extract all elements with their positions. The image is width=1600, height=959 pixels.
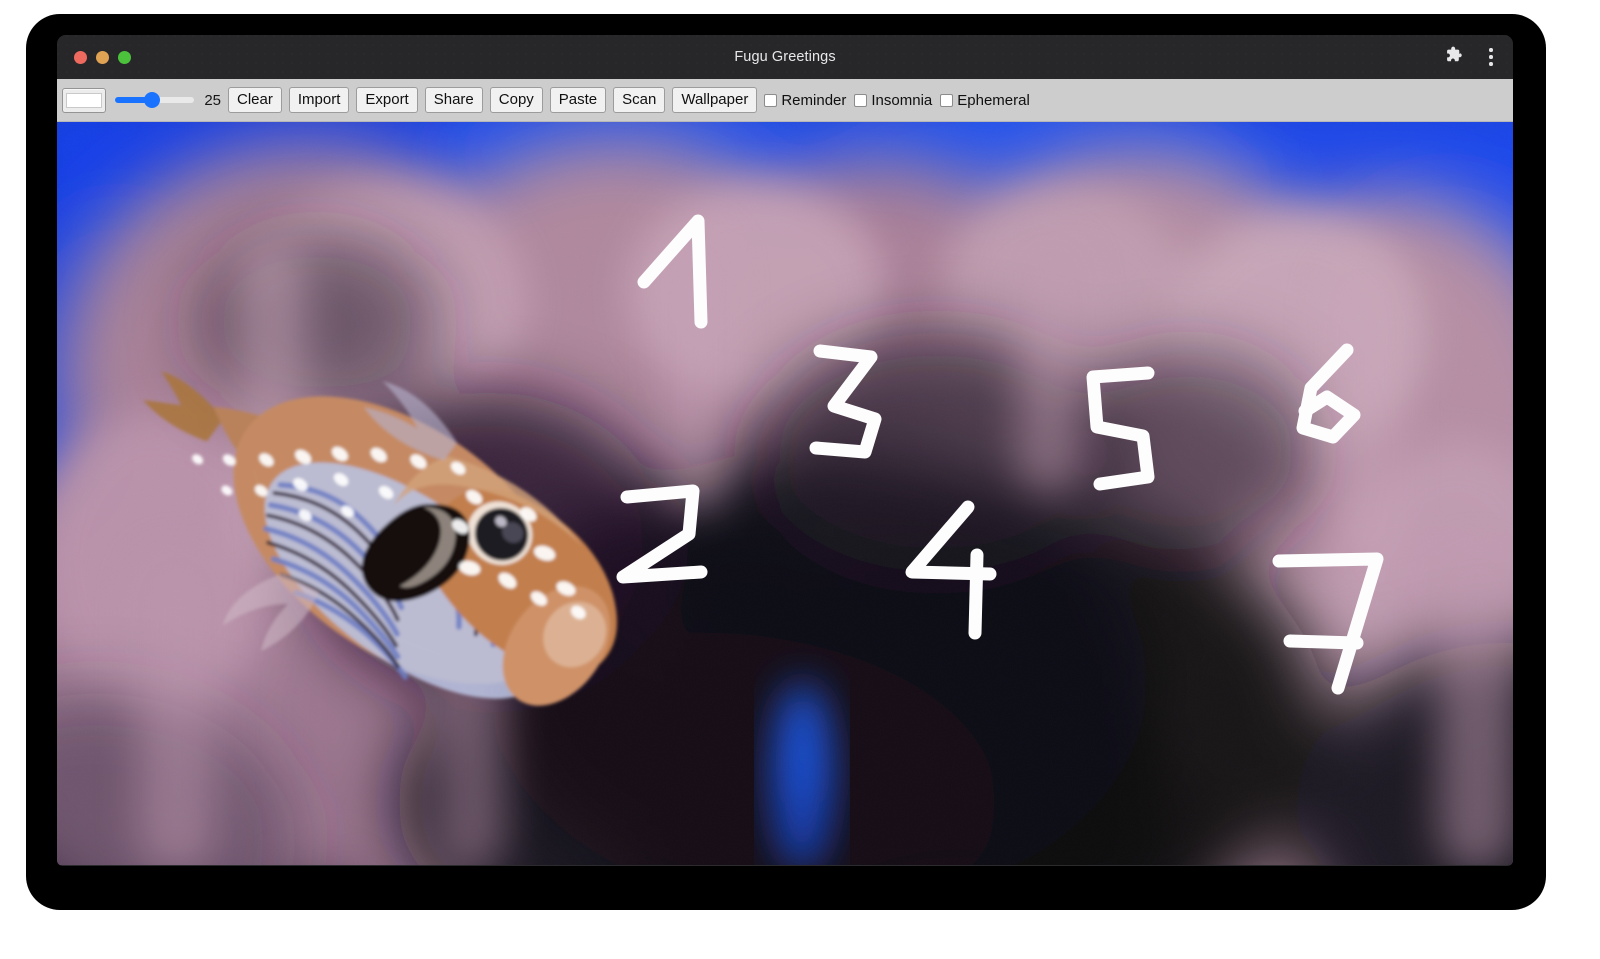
app-toolbar: 25 Clear Import Export Share Copy Paste … bbox=[57, 79, 1513, 122]
menu-icon[interactable] bbox=[1483, 44, 1499, 69]
clear-button[interactable]: Clear bbox=[228, 87, 282, 113]
window-title: Fugu Greetings bbox=[734, 49, 836, 65]
drawing-canvas[interactable] bbox=[57, 122, 1513, 865]
ephemeral-checkbox-label: Ephemeral bbox=[957, 91, 1030, 109]
maximize-window-button[interactable] bbox=[118, 50, 131, 64]
copy-button[interactable]: Copy bbox=[489, 87, 543, 113]
insomnia-checkbox[interactable]: Insomnia bbox=[854, 92, 932, 109]
line-width-slider[interactable] bbox=[115, 91, 194, 109]
browser-window: Fugu Greetings 25 Clear Import Export Sh… bbox=[57, 35, 1513, 866]
screen: Fugu Greetings 25 Clear Import Export Sh… bbox=[0, 0, 1600, 959]
scan-button[interactable]: Scan bbox=[613, 87, 666, 113]
traffic-lights bbox=[74, 50, 131, 64]
slider-thumb[interactable] bbox=[144, 92, 161, 108]
color-picker-input[interactable] bbox=[62, 87, 106, 113]
canvas-surface[interactable] bbox=[57, 122, 1513, 865]
ephemeral-checkbox-box[interactable] bbox=[940, 93, 954, 107]
close-window-button[interactable] bbox=[74, 50, 87, 64]
extensions-icon[interactable] bbox=[1444, 45, 1463, 69]
insomnia-checkbox-box[interactable] bbox=[854, 93, 868, 107]
paste-button[interactable]: Paste bbox=[549, 87, 607, 113]
color-swatch-fill bbox=[66, 92, 102, 108]
reminder-checkbox-box[interactable] bbox=[764, 93, 778, 107]
ephemeral-checkbox[interactable]: Ephemeral bbox=[940, 92, 1030, 109]
reminder-checkbox-label: Reminder bbox=[781, 91, 847, 109]
minimize-window-button[interactable] bbox=[96, 50, 109, 64]
share-button[interactable]: Share bbox=[424, 87, 483, 113]
insomnia-checkbox-label: Insomnia bbox=[871, 91, 933, 109]
import-button[interactable]: Import bbox=[288, 87, 350, 113]
window-titlebar: Fugu Greetings bbox=[57, 35, 1513, 79]
wallpaper-button[interactable]: Wallpaper bbox=[672, 87, 758, 113]
line-width-value: 25 bbox=[204, 91, 221, 109]
reminder-checkbox[interactable]: Reminder bbox=[764, 92, 846, 109]
export-button[interactable]: Export bbox=[356, 87, 418, 113]
titlebar-actions bbox=[1444, 35, 1499, 79]
